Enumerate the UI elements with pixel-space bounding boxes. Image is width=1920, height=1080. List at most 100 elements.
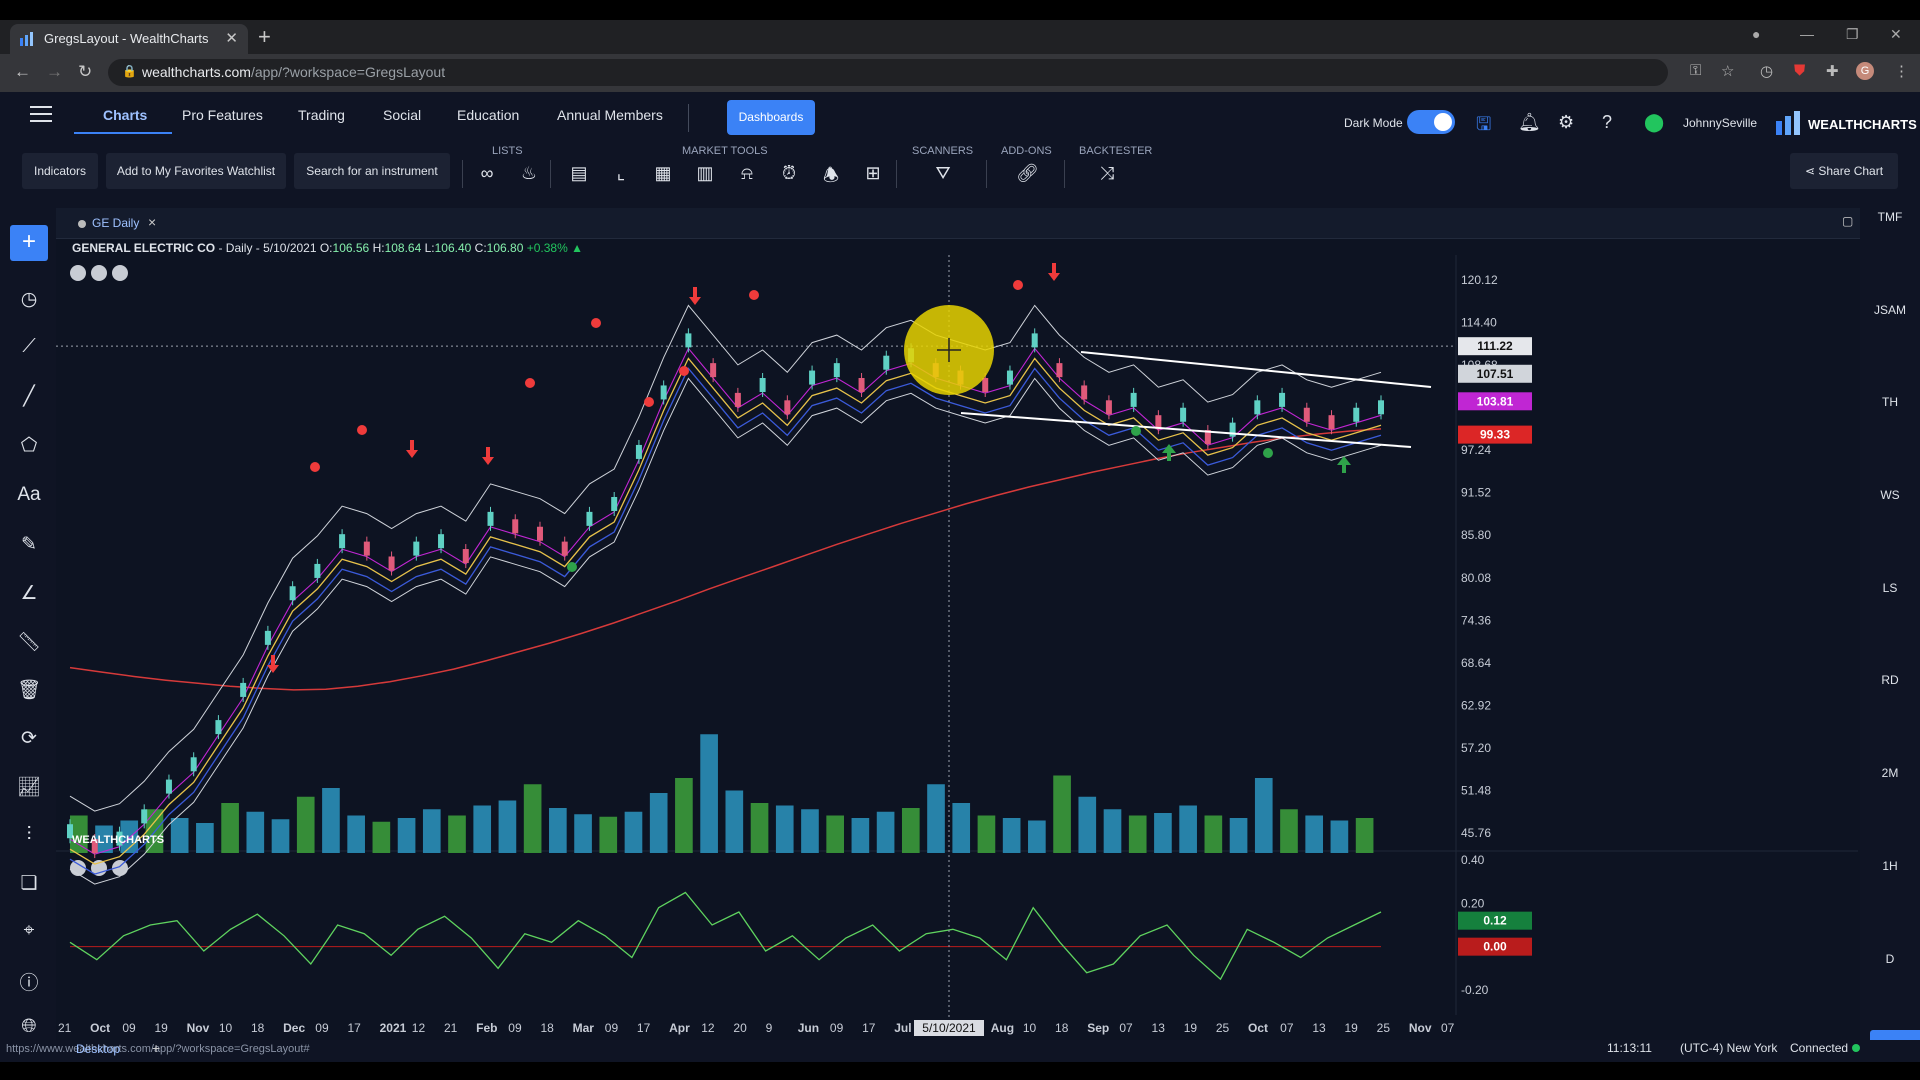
angle-tool-icon[interactable]: ∠ [14,582,44,605]
username[interactable]: JohnnySeville [1683,116,1757,130]
reload-icon[interactable]: ↻ [78,62,92,82]
alert-icon[interactable]: 🕭 [820,163,842,193]
layers-icon[interactable]: ❏ [14,872,44,895]
browser-tab[interactable]: GregsLayout - WealthCharts ✕ [10,24,248,54]
heatmap-icon[interactable]: ⊞ [862,163,884,184]
candle-body [363,541,370,556]
share-icon: ⋖ [1804,164,1819,178]
dark-mode-toggle[interactable] [1407,110,1455,134]
hamburger-menu-icon[interactable] [30,106,52,124]
new-tab-button[interactable]: + [258,24,271,50]
price-axis-label: 51.48 [1461,783,1491,797]
candle-body [314,563,321,578]
calculator-icon[interactable]: ▥ [694,163,716,184]
save-icon[interactable]: 🖫 [1476,112,1491,142]
screen-bottom-edge [0,1062,1920,1080]
x-axis-tick-label: 17 [637,1021,651,1035]
info-icon[interactable]: ⓘ [14,968,44,995]
dashboards-button[interactable]: Dashboards [727,100,815,135]
bell-icon[interactable]: 🔔︎ [1518,112,1541,133]
node-chart-icon[interactable]: ⫶ [14,824,44,846]
minimize-icon[interactable]: — [1800,26,1814,42]
close-tab-icon[interactable]: ✕ [225,29,238,47]
rail-1h[interactable]: 1H [1860,859,1920,873]
alert-bell-icon[interactable]: ⍾ [736,163,758,184]
line-tool-icon[interactable]: ╱ [14,385,44,408]
filter-icon[interactable]: ⛛ [932,163,954,184]
add-tool-button[interactable]: + [10,225,48,261]
indicators-button[interactable]: Indicators [22,153,98,189]
instrument-search-button[interactable]: Search for an instrument [294,153,450,189]
bollinger-upper-line [69,304,1382,812]
sell-arrow-icon [406,440,418,458]
volume-bar [1305,815,1324,853]
maximize-chart-icon[interactable]: ▢ [1842,214,1853,228]
news-icon[interactable]: ▤ [568,163,590,184]
trash-icon[interactable]: 🗑︎ [14,678,44,702]
x-axis-tick-label: Oct [1248,1021,1268,1035]
share-chart-button[interactable]: ⋖ Share Chart [1790,153,1898,189]
close-window-icon[interactable]: ✕ [1890,26,1902,43]
shapes-icon[interactable]: ⬠ [14,434,44,457]
pencil-icon[interactable]: ✎ [14,533,44,556]
text-tool-icon[interactable]: Aa [14,484,44,506]
rail-jsam[interactable]: JSAM [1860,303,1920,317]
calendar-icon[interactable]: ▦ [652,163,674,184]
add-to-favorites-button[interactable]: Add to My Favorites Watchlist [106,153,286,189]
extension-icon[interactable]: ◷ [1760,62,1773,80]
price-axis-label: 45.76 [1461,826,1491,840]
rail-rd[interactable]: RD [1860,673,1920,687]
glasses-icon[interactable]: ∞ [476,163,498,184]
back-icon[interactable]: ← [14,62,31,82]
maximize-icon[interactable]: ❐ [1846,26,1859,43]
refresh-icon[interactable]: ⟳ [14,727,44,750]
avatar[interactable]: G [1856,62,1874,80]
globe-icon[interactable]: 🌐︎ [14,1016,44,1038]
nav-trading[interactable]: Trading [298,107,345,123]
x-axis-tick-label: 12 [412,1021,426,1035]
browser-menu-icon[interactable]: ⋮ [1894,62,1909,80]
crosshair-icon[interactable]: ⌖ [14,920,44,942]
ublock-icon[interactable]: ⛊ [1794,62,1805,79]
toolbar-divider [986,160,987,188]
volume-bar [649,793,668,853]
fire-icon[interactable]: ♨ [518,163,540,184]
trend-icon[interactable]: ⟋ [14,336,44,358]
price-chart[interactable]: 120.12114.40108.6897.2491.5285.8080.0874… [56,255,1860,1040]
timezone[interactable]: (UTC-4) New York [1680,1041,1777,1055]
rail-tmf[interactable]: TMF [1860,210,1920,224]
scatter-chart-icon[interactable]: ⌞ [610,163,632,184]
candle-body [487,511,494,526]
nav-pro-features[interactable]: Pro Features [182,107,263,123]
nav-education[interactable]: Education [457,107,519,123]
clock-icon[interactable]: ◷ [14,288,44,311]
rail-ws[interactable]: WS [1860,488,1920,502]
key-icon[interactable]: ⚿ [1690,62,1701,79]
nav-social[interactable]: Social [383,107,421,123]
rail-th[interactable]: TH [1860,395,1920,409]
ruler-icon[interactable]: 📏︎ [14,630,44,654]
instrument-name: GENERAL ELECTRIC CO [72,241,216,255]
help-icon[interactable]: ? [1602,112,1612,133]
puzzle-extensions-icon[interactable]: ✚ [1826,62,1839,80]
rail-2m[interactable]: 2M [1860,766,1920,780]
rail-ls[interactable]: LS [1860,581,1920,595]
backtester-icon[interactable]: ⤨ [1096,163,1118,184]
forward-icon[interactable]: → [46,62,63,82]
nav-annual-members[interactable]: Annual Members [557,107,663,123]
link-icon[interactable]: 🔗︎ [1016,163,1039,184]
nav-charts[interactable]: Charts [103,107,147,123]
line-chart-icon[interactable]: 📈︎ [14,775,44,799]
alarm-icon[interactable]: ⏰︎ [778,163,800,184]
desktop-tab[interactable]: Desktop [76,1042,120,1056]
close-chart-tab-icon[interactable]: × [148,214,156,230]
status-shield-icon[interactable]: ⬤ [1644,112,1664,133]
volume-bar [1330,820,1349,853]
add-workspace-button[interactable]: + [152,1040,160,1056]
omnibox[interactable]: 🔒 wealthcharts.com/app/?workspace=GregsL… [108,59,1668,86]
gear-icon[interactable]: ⚙ [1558,112,1574,133]
star-icon[interactable]: ☆ [1721,62,1734,80]
rail-d[interactable]: D [1860,952,1920,966]
channel-upper-line[interactable] [1080,351,1432,388]
browser-profile-icon[interactable]: ● [1752,26,1760,42]
